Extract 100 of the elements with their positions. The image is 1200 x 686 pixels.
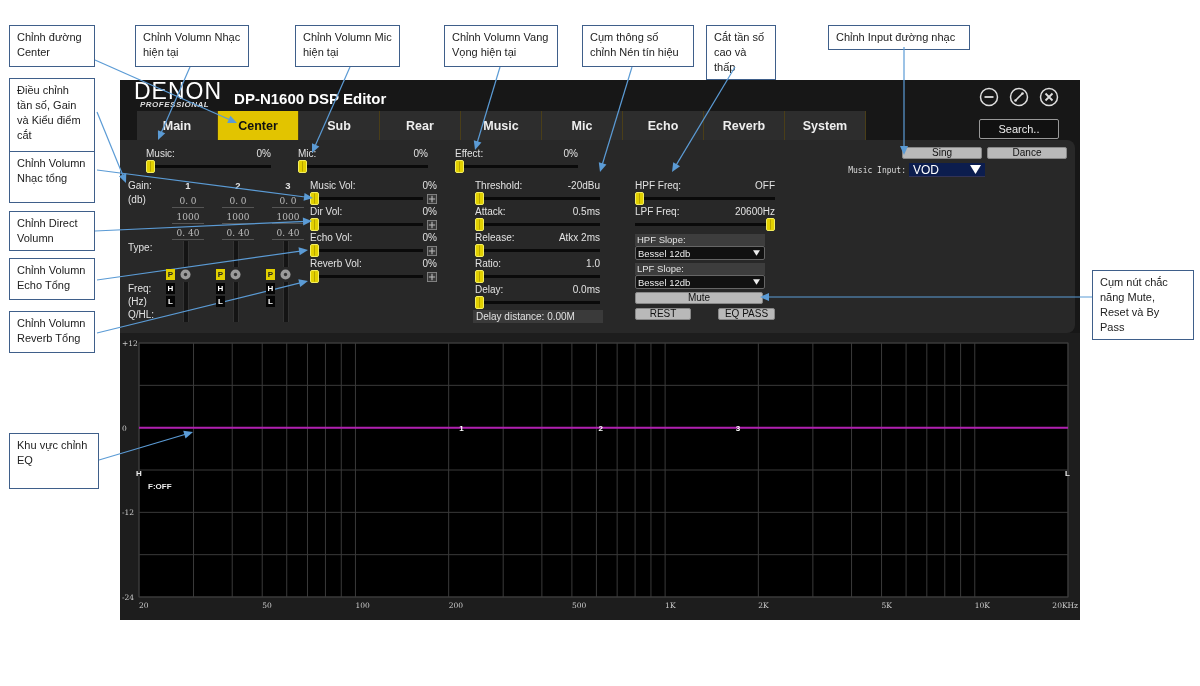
tab[interactable]: Reverb [704,111,785,140]
slider-label: LPF Freq: [635,205,680,218]
slider-label: Release: [475,231,515,244]
tab[interactable]: Sub [299,111,380,140]
slider-label: Echo Vol: [310,231,353,244]
slider-thumb[interactable] [146,160,155,173]
frequency-field[interactable]: 1000 [172,210,204,224]
slider-value: 0% [413,147,428,160]
filter-type-button[interactable]: P [266,269,275,280]
slider-thumb[interactable] [475,244,484,257]
mute-button[interactable]: Mute [635,292,763,304]
expand-icon[interactable] [427,219,437,230]
maximize-icon[interactable] [1009,87,1029,107]
reset-button[interactable]: REST [635,308,691,320]
slider-thumb[interactable] [310,218,319,231]
slider-value: -20dBu [567,179,600,192]
gain-label: Gain: [128,179,153,193]
vertical-slider-track[interactable] [283,241,289,267]
expand-icon[interactable] [427,245,437,256]
slider-label: Music Vol: [310,179,356,192]
slider-value: 0% [422,231,437,244]
filter-type-button[interactable]: L [216,296,225,307]
q-field[interactable]: 0. 40 [222,226,254,240]
knob-icon[interactable] [230,269,241,280]
knob-icon[interactable] [180,269,191,280]
q-field[interactable]: 0. 40 [272,226,304,240]
slider-thumb[interactable] [475,192,484,205]
slider-value: 0.0ms [572,283,600,296]
vertical-slider-track[interactable] [283,282,289,322]
unit-label: (db) [128,193,147,207]
slider-thumb[interactable] [310,192,319,205]
callout-box: Chỉnh Volumn Reverb Tổng [9,311,95,353]
callout-box: Chỉnh Volumn Nhạc tổng [9,151,95,203]
vertical-slider-track[interactable] [183,282,189,322]
callout-box: Khu vực chỉnh EQ [9,433,99,489]
minimize-icon[interactable] [979,87,999,107]
q-field[interactable]: 0. 40 [172,226,204,240]
slider-value: 1.0 [586,257,600,270]
slider-thumb[interactable] [310,244,319,257]
gain-field[interactable]: 0. 0 [172,194,204,208]
tab[interactable]: Mic [542,111,623,140]
slider-thumb[interactable] [455,160,464,173]
slider-label: Threshold: [475,179,523,192]
slider-value: OFF [755,179,775,192]
vertical-slider-track[interactable] [183,241,189,267]
gain-field[interactable]: 0. 0 [222,194,254,208]
filter-type-button[interactable]: L [166,296,175,307]
knob-icon[interactable] [280,269,291,280]
mode-button[interactable]: Dance [987,147,1067,159]
mode-button[interactable]: Sing [902,147,982,159]
slider-label: Delay: [475,283,504,296]
callout-box: Chỉnh đường Center [9,25,95,67]
close-icon[interactable] [1039,87,1059,107]
band-point[interactable]: 2 [598,424,604,434]
slider-value: 0.5ms [572,205,600,218]
filter-type-button[interactable]: P [166,269,175,280]
band-point[interactable]: 3 [735,424,741,434]
band-number: 1 [184,179,192,193]
slider-thumb[interactable] [475,218,484,231]
music-input-label: Music Input: [848,165,906,175]
slope-dropdown[interactable]: Bessel 12db [635,246,765,260]
filter-type-button[interactable]: H [216,283,225,294]
slope-dropdown[interactable]: Bessel 12db [635,275,765,289]
slider-label: Attack: [475,205,506,218]
freq-label: Freq: [128,282,153,295]
slider-value: 0% [422,205,437,218]
slider-thumb[interactable] [766,218,775,231]
eq-pass-button[interactable]: EQ PASS [718,308,775,320]
slider-thumb[interactable] [475,296,484,309]
tab[interactable]: System [785,111,866,140]
slider-label: HPF Freq: [635,179,682,192]
caret-icon [753,279,760,285]
low-cut-marker: H [136,469,142,478]
slider-thumb[interactable] [475,270,484,283]
callout-box: Chỉnh Volumn Mic hiện tại [295,25,400,67]
tab[interactable]: Music [461,111,542,140]
slider-thumb[interactable] [635,192,644,205]
q-label: Q/HL: [128,308,156,322]
tab[interactable]: Echo [623,111,704,140]
expand-icon[interactable] [427,271,437,282]
callout-box: Chỉnh Input đường nhạc [828,25,970,50]
music-input-dropdown[interactable]: VOD [909,163,985,177]
slider-value: 0% [563,147,578,160]
expand-icon[interactable] [427,193,437,204]
filter-type-button[interactable]: L [266,296,275,307]
callout-box: Chỉnh Volumn Vang Vọng hiện tại [444,25,558,67]
slider-label: Effect: [455,147,484,160]
slider-thumb[interactable] [298,160,307,173]
filter-type-button[interactable]: H [166,283,175,294]
tab[interactable]: Center [218,111,299,140]
vertical-slider-track[interactable] [233,282,239,322]
band-point[interactable]: 1 [459,424,464,434]
callout-box: Chỉnh Volumn Nhạc hiện tại [135,25,249,67]
tab[interactable]: Rear [380,111,461,140]
vertical-slider-track[interactable] [233,241,239,267]
filter-type-button[interactable]: P [216,269,225,280]
frequency-field[interactable]: 1000 [222,210,254,224]
search-button[interactable]: Search.. [979,119,1059,139]
filter-type-button[interactable]: H [266,283,275,294]
slider-thumb[interactable] [310,270,319,283]
